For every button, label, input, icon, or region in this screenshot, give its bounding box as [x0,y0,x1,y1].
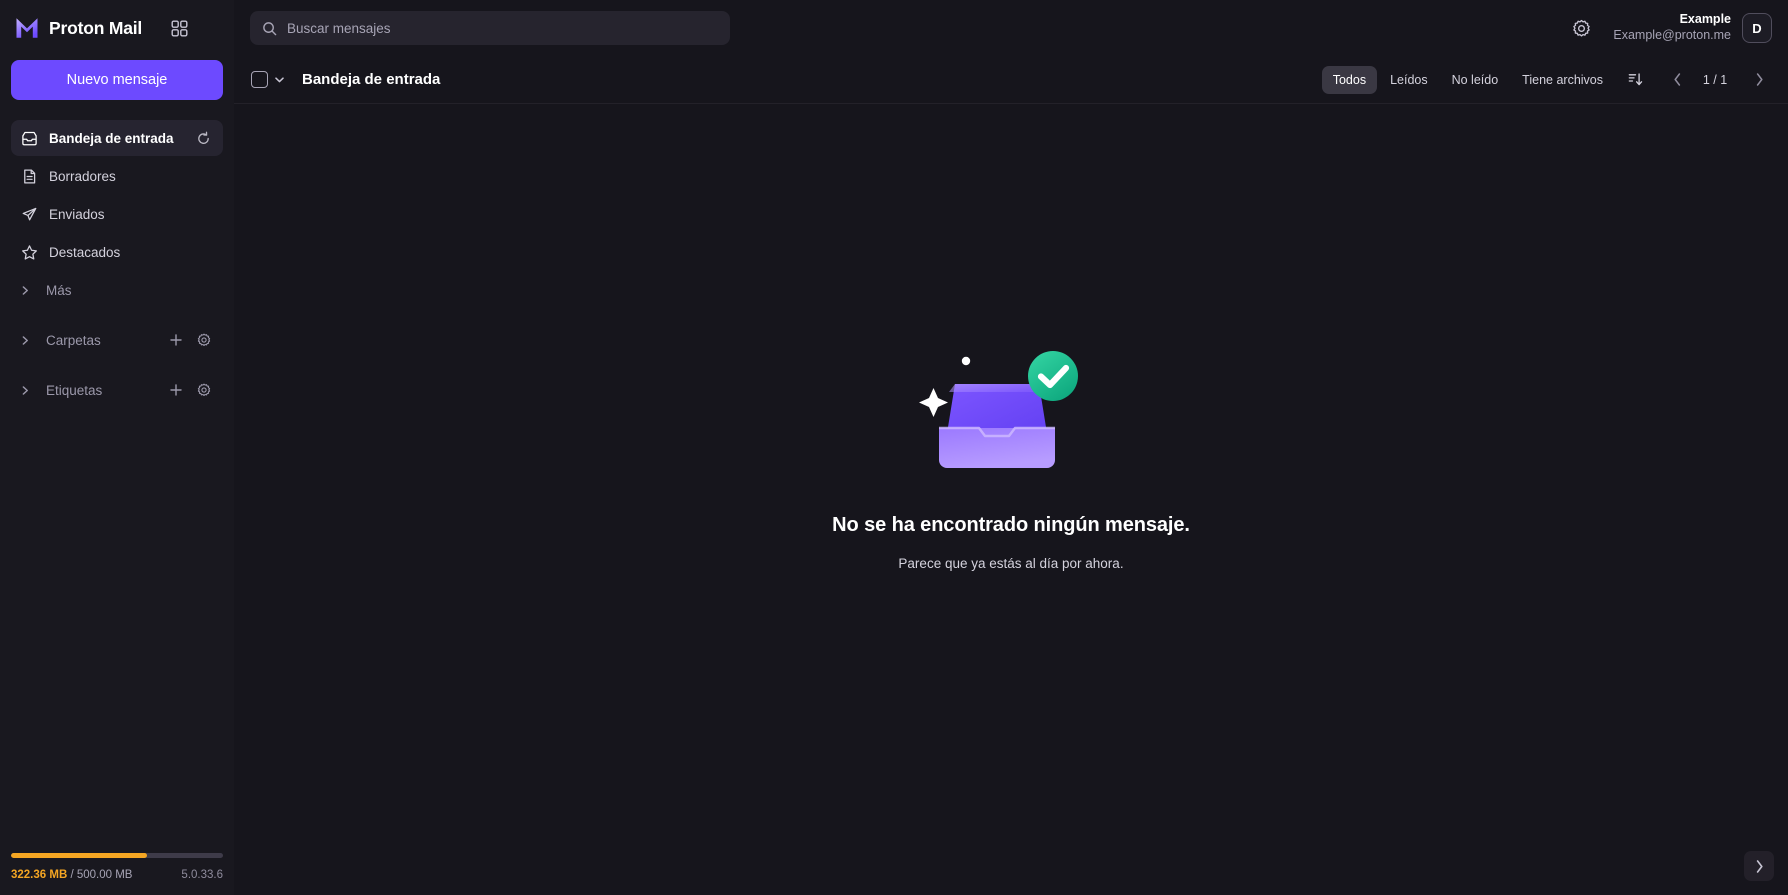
message-list-area: No se ha encontrado ningún mensaje. Pare… [234,104,1788,895]
sidebar-group-folders: Carpetas [11,322,223,358]
storage-section[interactable]: 322.36 MB / 500.00 MB 5.0.33.6 [11,853,223,895]
gear-icon[interactable] [194,330,214,350]
avatar[interactable]: D [1742,13,1772,43]
body-row: Nuevo mensaje Bandeja de entrada Borrado… [0,56,1788,895]
refresh-icon[interactable] [192,127,214,149]
sidebar-item-label: Borradores [49,168,116,184]
sort-descending-icon[interactable] [1620,65,1650,95]
chevron-right-icon [1756,859,1763,873]
select-all-checkbox[interactable] [251,71,268,88]
filter-unread[interactable]: No leído [1441,66,1510,94]
sidebar-item-inbox[interactable]: Bandeja de entrada [11,120,223,156]
storage-bar-fill [11,853,147,858]
filter-group: Todos Leídos No leído Tiene archivos [1321,65,1614,94]
app-grid-icon[interactable] [164,13,194,43]
storage-usage-text: 322.36 MB / 500.00 MB [11,869,132,881]
sidebar-item-label: Bandeja de entrada [49,130,174,146]
empty-inbox-tray-illustration [919,351,1078,468]
storage-used: 322.36 MB [11,869,68,881]
filter-has-attachments[interactable]: Tiene archivos [1511,66,1614,94]
gear-glyph [1573,19,1590,37]
sidebar-item-label: Destacados [49,244,121,260]
plus-icon[interactable] [166,330,186,350]
sidebar-item-label: Más [46,282,72,298]
pager: 1 / 1 [1656,65,1774,95]
sidebar-group-folders-actions [166,330,214,350]
account-zone: Example Example@proton.me D [1565,9,1788,46]
select-all-control[interactable] [251,71,286,88]
search-icon [263,21,277,35]
empty-state-subtitle: Parece que ya estás al día por ahora. [898,556,1124,571]
sidebar-group-label: Carpetas [46,332,101,348]
empty-state-title: No se ha encontrado ningún mensaje. [832,514,1190,536]
inbox-icon [20,129,38,147]
account-email: Example@proton.me [1613,28,1731,42]
account-texts: Example Example@proton.me [1613,12,1731,43]
sidebar-item-drafts[interactable]: Borradores [11,158,223,194]
sidebar-group-labels-actions [166,380,214,400]
compose-button[interactable]: Nuevo mensaje [11,60,223,100]
app-grid-glyph [171,20,188,37]
filter-read[interactable]: Leídos [1379,66,1439,94]
list-toolbar: Bandeja de entrada Todos Leídos No leído… [234,56,1788,104]
sidebar-group-labels-header[interactable]: Etiquetas [11,372,223,408]
search-box[interactable] [250,11,730,45]
chevron-right-icon[interactable] [1744,65,1774,95]
search-input[interactable] [287,20,718,36]
top-bar: Proton Mail Buscar mensajes Example Exam… [0,0,1788,56]
sidebar-item-label: Enviados [49,206,105,222]
sidebar-item-more[interactable]: Más [11,272,223,308]
proton-mail-logo-icon [16,18,38,38]
plus-icon[interactable] [166,380,186,400]
proton-mail-logo-text: Proton Mail [49,17,143,38]
chevron-left-icon[interactable] [1662,65,1692,95]
storage-total: 500.00 MB [76,869,133,881]
chevron-right-icon [20,335,30,345]
brand-zone: Proton Mail [0,0,234,56]
sidebar-group-label: Etiquetas [46,382,103,398]
main-panel: Bandeja de entrada Todos Leídos No leído… [234,56,1788,895]
gear-icon[interactable] [1565,12,1597,44]
empty-state: No se ha encontrado ningún mensaje. Pare… [832,340,1190,571]
chevron-right-icon [20,285,30,295]
star-icon [20,243,38,261]
app-version: 5.0.33.6 [181,869,223,881]
sidebar-group-labels: Etiquetas [11,372,223,408]
account-button[interactable]: Example Example@proton.me D [1611,9,1774,46]
proton-mail-logo[interactable]: Proton Mail [14,15,142,41]
storage-separator: / [67,869,77,881]
draft-icon [20,167,38,185]
chevron-down-icon[interactable] [272,73,286,87]
sidebar-nav: Bandeja de entrada Borradores Enviados D… [11,120,223,308]
chevron-right-icon [20,385,30,395]
gear-icon[interactable] [194,380,214,400]
storage-row: 322.36 MB / 500.00 MB 5.0.33.6 [11,869,223,881]
page-title: Bandeja de entrada [302,71,441,88]
page-indicator: 1 / 1 [1702,72,1728,87]
sidebar-group-folders-header[interactable]: Carpetas [11,322,223,358]
storage-bar-track [11,853,223,858]
sidebar-item-starred[interactable]: Destacados [11,234,223,270]
sidebar: Nuevo mensaje Bandeja de entrada Borrado… [0,56,234,895]
search-zone [234,11,1565,45]
account-display-name: Example [1679,12,1731,27]
expand-panel-button[interactable] [1744,851,1774,881]
sent-icon [20,205,38,223]
sidebar-item-sent[interactable]: Enviados [11,196,223,232]
filter-all[interactable]: Todos [1321,65,1378,94]
proton-mail-app: Proton Mail Buscar mensajes Example Exam… [0,0,1788,895]
